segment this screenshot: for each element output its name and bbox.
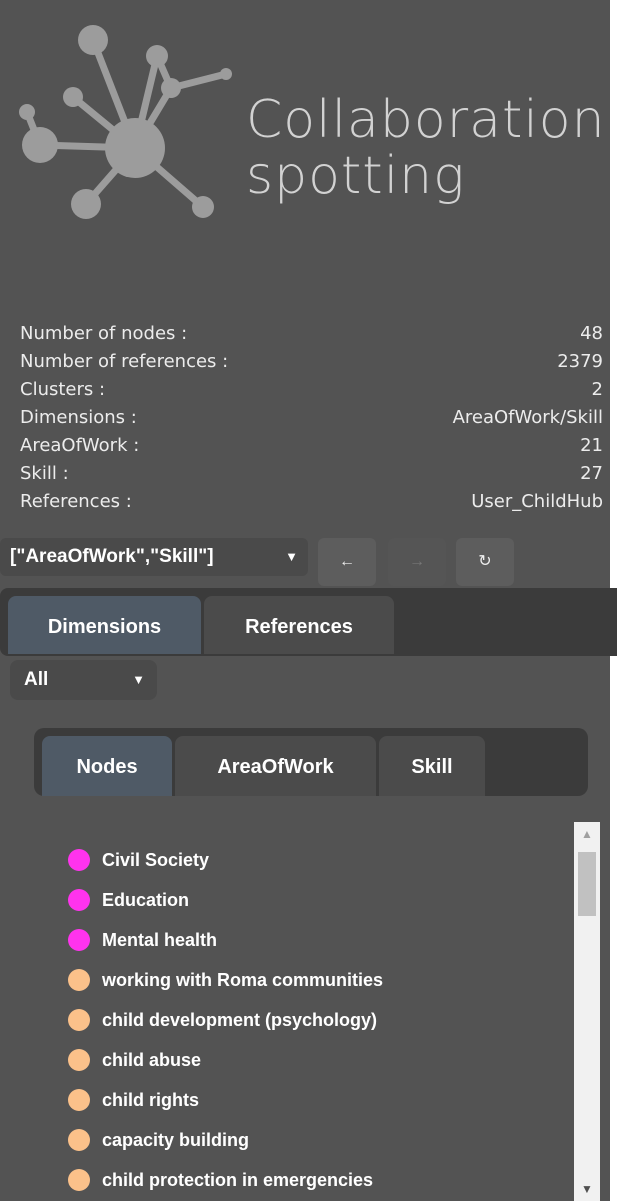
tab-skill[interactable]: Skill bbox=[379, 736, 485, 796]
tab-dimensions[interactable]: Dimensions bbox=[8, 596, 201, 654]
collaboration-spotting-logo-icon bbox=[19, 25, 232, 219]
node-label: Mental health bbox=[102, 929, 218, 950]
list-item[interactable]: child protection in emergencies bbox=[68, 1160, 568, 1200]
list-item[interactable]: capacity building bbox=[68, 1120, 568, 1160]
tab-references[interactable]: References bbox=[204, 596, 394, 654]
node-list-scrollbar[interactable]: ▲ ▼ bbox=[574, 822, 600, 1201]
list-item[interactable]: child abuse bbox=[68, 1040, 568, 1080]
caret-down-icon: ▼ bbox=[132, 672, 145, 687]
sub-tab-bar: Nodes AreaOfWork Skill bbox=[34, 728, 588, 796]
stat-label: Dimensions : bbox=[20, 407, 137, 428]
stat-label: AreaOfWork : bbox=[20, 435, 140, 456]
graph-statistics: Number of nodes : 48 Number of reference… bbox=[20, 320, 603, 516]
node-label: Education bbox=[102, 889, 190, 910]
stat-value: 21 bbox=[580, 435, 603, 456]
stat-label: Number of references : bbox=[20, 351, 229, 372]
scrollbar-thumb[interactable] bbox=[578, 852, 596, 916]
filter-select[interactable]: All ▼ bbox=[10, 660, 157, 700]
caret-down-icon: ▼ bbox=[285, 549, 298, 564]
stat-row-references: References : User_ChildHub bbox=[20, 488, 603, 516]
node-label: child rights bbox=[102, 1089, 200, 1110]
stat-value: 48 bbox=[580, 323, 603, 344]
node-label: working with Roma communities bbox=[102, 969, 384, 990]
stat-label: Clusters : bbox=[20, 379, 106, 400]
list-item[interactable]: child rights bbox=[68, 1080, 568, 1120]
node-color-dot-icon bbox=[68, 929, 90, 951]
node-label: child protection in emergencies bbox=[102, 1169, 374, 1190]
node-list: Civil Society Education Mental health worki… bbox=[68, 840, 568, 1200]
stat-value: User_ChildHub bbox=[471, 491, 603, 512]
scroll-up-arrow-icon[interactable]: ▲ bbox=[574, 822, 600, 846]
tab-nodes[interactable]: Nodes bbox=[42, 736, 172, 796]
list-item[interactable]: Civil Society bbox=[68, 840, 568, 880]
logo-text-line2: spotting bbox=[246, 146, 466, 206]
node-color-dot-icon bbox=[68, 1089, 90, 1111]
list-item[interactable]: Mental health bbox=[68, 920, 568, 960]
node-label: capacity building bbox=[102, 1129, 250, 1150]
stat-row-skill: Skill : 27 bbox=[20, 460, 603, 488]
node-color-dot-icon bbox=[68, 1129, 90, 1151]
back-button[interactable]: ← bbox=[318, 538, 376, 586]
node-label: Civil Society bbox=[102, 849, 210, 870]
node-label: child development (psychology) bbox=[102, 1009, 378, 1030]
node-color-dot-icon bbox=[68, 849, 90, 871]
arrow-left-icon: ← bbox=[339, 553, 355, 570]
node-color-dot-icon bbox=[68, 1169, 90, 1191]
stat-row-dimensions: Dimensions : AreaOfWork/Skill bbox=[20, 404, 603, 432]
list-item[interactable]: child development (psychology) bbox=[68, 1000, 568, 1040]
list-item[interactable]: working with Roma communities bbox=[68, 960, 568, 1000]
dimension-select-value: ["AreaOfWork","Skill"] bbox=[10, 546, 214, 567]
stat-value: 27 bbox=[580, 463, 603, 484]
arrow-right-icon: → bbox=[409, 553, 425, 570]
dimension-select[interactable]: ["AreaOfWork","Skill"] ▼ bbox=[0, 538, 308, 576]
stat-label: Skill : bbox=[20, 463, 69, 484]
tab-areaofwork[interactable]: AreaOfWork bbox=[175, 736, 376, 796]
stat-label: Number of nodes : bbox=[20, 323, 188, 344]
node-color-dot-icon bbox=[68, 1009, 90, 1031]
list-item[interactable]: Education bbox=[68, 880, 568, 920]
forward-button[interactable]: → bbox=[388, 538, 446, 586]
stat-value: 2379 bbox=[557, 351, 603, 372]
node-color-dot-icon bbox=[68, 969, 90, 991]
stat-value: 2 bbox=[591, 379, 603, 400]
stat-row-references-count: Number of references : 2379 bbox=[20, 348, 603, 376]
stat-row-clusters: Clusters : 2 bbox=[20, 376, 603, 404]
toolbar: ["AreaOfWork","Skill"] ▼ ← → ↻ bbox=[0, 538, 610, 586]
refresh-button[interactable]: ↻ bbox=[456, 538, 514, 586]
node-color-dot-icon bbox=[68, 1049, 90, 1071]
scroll-down-arrow-icon[interactable]: ▼ bbox=[574, 1177, 600, 1201]
node-label: child abuse bbox=[102, 1049, 202, 1070]
logo-text-line1: Collaboration bbox=[246, 90, 606, 150]
stat-value: AreaOfWork/Skill bbox=[452, 407, 603, 428]
stat-row-areaofwork: AreaOfWork : 21 bbox=[20, 432, 603, 460]
main-tab-bar: Dimensions References bbox=[0, 588, 617, 656]
filter-select-value: All bbox=[24, 669, 49, 690]
stat-row-nodes: Number of nodes : 48 bbox=[20, 320, 603, 348]
refresh-icon: ↻ bbox=[478, 553, 492, 570]
node-color-dot-icon bbox=[68, 889, 90, 911]
stat-label: References : bbox=[20, 491, 132, 512]
